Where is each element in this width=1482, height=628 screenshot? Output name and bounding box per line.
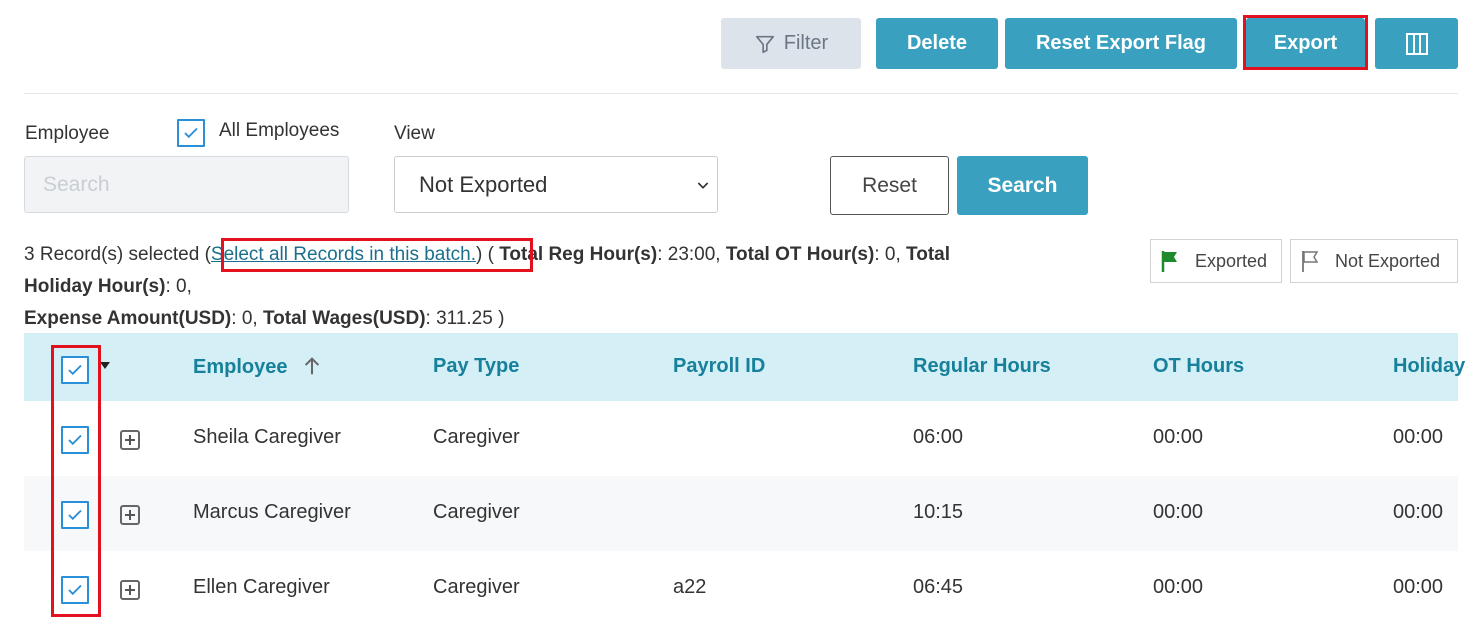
selected-count: 3 Record(s) selected [24,244,200,265]
cell-holiday: 00:00 [1393,426,1444,448]
check-icon [184,127,198,139]
total-holiday-label-part1: Total [906,244,951,265]
cell-employee: Marcus Caregiver [193,501,351,523]
expense-amount-label: Expense Amount(USD) [24,308,232,329]
row-expand-button[interactable] [120,580,140,600]
export-highlight [1243,15,1368,70]
delete-button[interactable]: Delete [876,18,998,69]
selection-summary: 3 Record(s) selected (Select all Records… [24,244,951,329]
total-reg-hours-value: 23:00 [667,244,716,265]
cell-pay-type: Caregiver [433,576,520,598]
filter-icon [755,35,774,53]
total-holiday-label-part2: Holiday Hour(s) [24,276,166,297]
column-header-employee[interactable]: Employee [193,355,323,379]
cell-employee: Sheila Caregiver [193,426,341,448]
cell-ot-hours: 00:00 [1153,426,1204,448]
cell-regular-hours: 06:00 [913,426,964,448]
view-label: View [394,123,435,144]
view-select[interactable]: Not Exported [394,156,718,213]
cell-regular-hours: 10:15 [913,501,964,523]
columns-button[interactable] [1375,18,1458,69]
all-employees-label: All Employees [219,120,340,141]
filter-button[interactable]: Filter [721,18,861,69]
cell-ot-hours: 00:00 [1153,501,1204,523]
reset-export-flag-button[interactable]: Reset Export Flag [1005,18,1237,69]
legend-exported: Exported [1150,239,1282,283]
column-header-employee-label: Employee [193,356,288,378]
cell-payroll-id: a22 [673,576,707,598]
search-placeholder: Search [43,172,110,196]
column-header-ot-hours[interactable]: OT Hours [1153,355,1244,378]
legend-not-exported-label: Not Exported [1335,250,1441,271]
filter-label: Filter [783,32,829,54]
search-button[interactable]: Search [957,156,1088,215]
employee-label: Employee [25,123,110,144]
column-header-regular-hours[interactable]: Regular Hours [913,355,1051,378]
select-all-highlight [221,238,533,272]
legend-not-exported: Not Exported [1290,239,1458,283]
plus-icon [125,510,135,520]
outline-flag-icon [1302,251,1319,272]
view-selected-value: Not Exported [419,171,548,197]
sort-ascending-icon [304,357,320,375]
total-wages-value: 311.25 ) [436,308,505,329]
green-flag-icon [1161,251,1177,272]
cell-pay-type: Caregiver [433,426,520,448]
chevron-down-icon [697,182,709,189]
cell-employee: Ellen Caregiver [193,576,330,598]
total-ot-hours-label: Total OT Hour(s) [725,244,875,265]
plus-icon [125,585,135,595]
caret-down-icon[interactable] [100,362,110,370]
total-holiday-hours-value: 0, [176,276,192,297]
total-wages-label: Total Wages(USD) [262,308,426,329]
plus-icon [125,435,135,445]
table-row: Marcus Caregiver Caregiver 10:15 00:00 0… [24,476,1458,551]
all-employees-checkbox[interactable] [177,119,205,147]
toolbar-divider [24,93,1458,94]
cell-pay-type: Caregiver [433,501,520,523]
column-header-holiday[interactable]: Holiday [1393,355,1465,378]
columns-icon [1405,32,1428,55]
checkbox-column-highlight [51,345,101,617]
legend-exported-label: Exported [1195,250,1268,271]
row-expand-button[interactable] [120,505,140,525]
table-row: Sheila Caregiver Caregiver 06:00 00:00 0… [24,401,1458,476]
cell-holiday: 00:00 [1393,501,1444,523]
cell-holiday: 00:00 [1393,576,1444,598]
table-header: Employee Pay Type Payroll ID Regular Hou… [24,333,1465,401]
row-expand-button[interactable] [120,430,140,450]
cell-ot-hours: 00:00 [1153,576,1204,598]
column-header-payroll-id[interactable]: Payroll ID [673,355,765,378]
employee-search-input[interactable]: Search [24,156,349,213]
table-row: Ellen Caregiver Caregiver a22 06:45 00:0… [24,551,1458,626]
reset-button[interactable]: Reset [830,156,949,215]
column-header-pay-type[interactable]: Pay Type [433,355,519,378]
total-ot-hours-value: 0 [884,244,896,265]
cell-regular-hours: 06:45 [913,576,964,598]
expense-amount-value: 0 [241,308,253,329]
